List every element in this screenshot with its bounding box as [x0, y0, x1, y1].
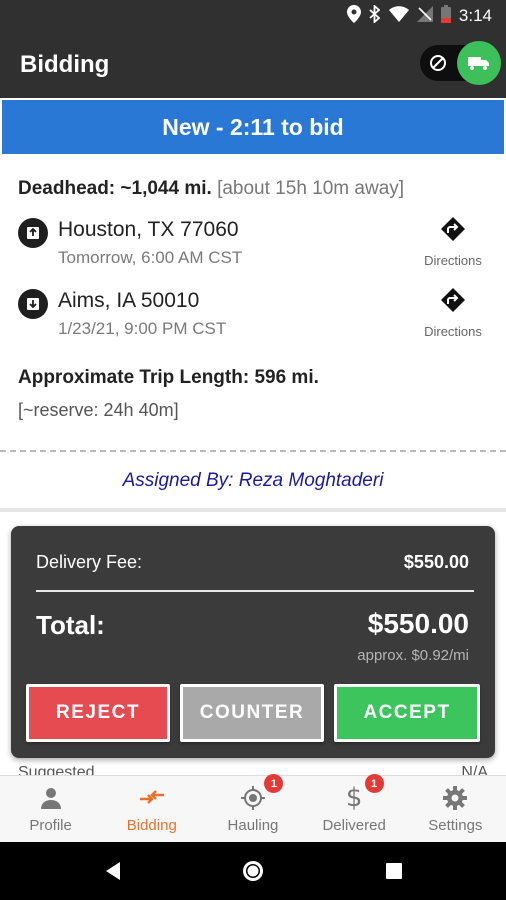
nav-settings[interactable]: Settings: [405, 776, 506, 843]
dollar-icon: $: [345, 783, 363, 813]
deadhead-row: Deadhead: ~1,044 mi. [about 15h 10m away…: [18, 178, 404, 200]
total-label: Total:: [36, 610, 105, 640]
load-details: Deadhead: ~1,044 mi. [about 15h 10m away…: [0, 154, 506, 514]
wifi-icon: [388, 5, 409, 27]
location-target-icon: [202, 784, 303, 812]
gear-icon: [405, 784, 506, 812]
pickup-city: Houston, TX 77060: [58, 218, 239, 241]
no-entry-icon: [426, 51, 450, 75]
dropoff-stop: Aims, IA 50010 1/23/21, 9:00 PM CST Dire…: [18, 287, 488, 349]
accept-button[interactable]: ACCEPT: [334, 684, 480, 742]
fee-divider: [36, 590, 474, 592]
bid-countdown-banner: New - 2:11 to bid: [2, 100, 504, 154]
status-time: 3:14: [458, 6, 492, 25]
nav-label: Hauling: [227, 817, 279, 834]
directions-icon: [418, 287, 488, 318]
nav-profile[interactable]: Profile: [0, 776, 101, 843]
deadhead-distance: ~1,044 mi.: [120, 178, 212, 199]
nav-label: Bidding: [126, 817, 177, 834]
dropoff-icon: [18, 289, 48, 319]
nav-label: Settings: [428, 817, 483, 834]
dropoff-directions-button[interactable]: Directions: [418, 287, 488, 339]
fee-card: Delivery Fee: $550.00 Total: $550.00 app…: [11, 526, 495, 758]
pickup-directions-button[interactable]: Directions: [418, 216, 488, 268]
nav-bidding[interactable]: Bidding: [101, 776, 202, 843]
section-divider: [0, 508, 506, 512]
home-icon[interactable]: [240, 858, 266, 884]
location-pin-icon: [346, 4, 361, 28]
total-value: $550.00: [367, 608, 469, 639]
delivery-fee-value: $550.00: [403, 552, 469, 572]
app-bar: Bidding: [0, 32, 506, 98]
bottom-nav: Profile Bidding 1 Hauling $ 1 Delivered …: [0, 774, 506, 843]
trip-length: Approximate Trip Length: 596 mi.: [18, 367, 319, 388]
pickup-stop: Houston, TX 77060 Tomorrow, 6:00 AM CST …: [18, 216, 488, 278]
bluetooth-icon: [369, 3, 381, 28]
assigned-by: Assigned By: Reza Moghtaderi: [122, 470, 384, 491]
counter-button[interactable]: COUNTER: [180, 684, 324, 742]
reject-button[interactable]: REJECT: [26, 684, 170, 742]
reserve-time: [~reserve: 24h 40m]: [18, 400, 179, 420]
dashed-divider: [0, 450, 506, 452]
page-title: Bidding: [20, 51, 110, 78]
delivery-fee-label: Delivery Fee:: [36, 552, 143, 572]
directions-label: Directions: [424, 253, 482, 268]
pickup-time: Tomorrow, 6:00 AM CST: [58, 248, 243, 267]
battery-low-icon: [440, 4, 451, 28]
nav-label: Profile: [29, 817, 72, 834]
nav-hauling[interactable]: 1 Hauling: [202, 774, 303, 843]
status-bar: 3:14: [0, 0, 506, 32]
pickup-icon: [18, 218, 48, 248]
deadhead-label: Deadhead:: [18, 178, 116, 199]
dropoff-time: 1/23/21, 9:00 PM CST: [58, 319, 227, 338]
status-icons: 3:14: [346, 3, 492, 28]
directions-label: Directions: [424, 324, 482, 339]
directions-icon: [418, 216, 488, 247]
back-icon[interactable]: [100, 858, 126, 884]
signal-off-icon: [416, 5, 433, 27]
bid-arrows-icon: [101, 784, 202, 812]
system-nav-bar: [0, 842, 506, 900]
per-mile-rate: approx. $0.92/mi: [357, 647, 469, 664]
person-icon: [0, 784, 101, 812]
recents-icon[interactable]: [381, 858, 407, 884]
deadhead-away: [about 15h 10m away]: [217, 178, 405, 199]
nav-delivered[interactable]: $ 1 Delivered: [304, 774, 405, 843]
dropoff-city: Aims, IA 50010: [58, 289, 200, 312]
availability-toggle[interactable]: [420, 41, 501, 85]
truck-icon: [457, 41, 501, 85]
nav-label: Delivered: [322, 817, 386, 834]
delivered-badge: 1: [364, 774, 384, 793]
